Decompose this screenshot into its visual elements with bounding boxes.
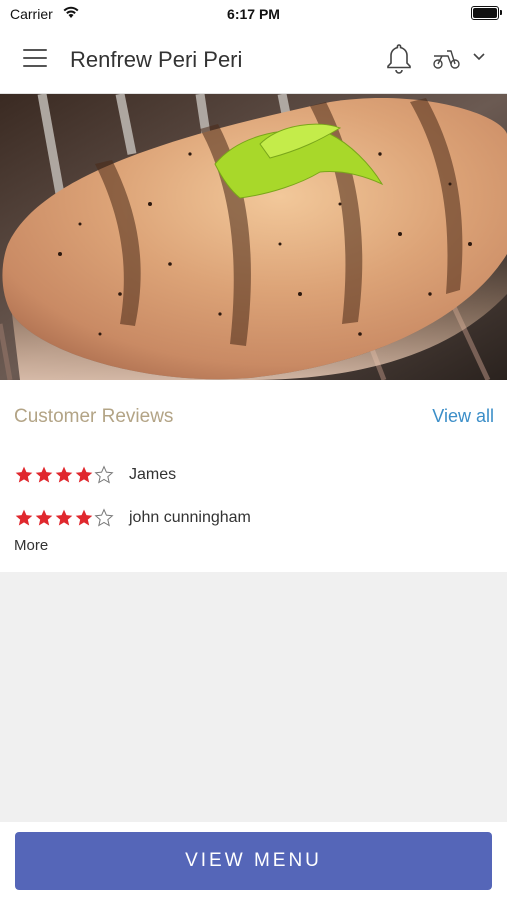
star-filled-icon (35, 509, 53, 526)
view-all-reviews-link[interactable]: View all (432, 406, 494, 427)
star-empty-icon (94, 465, 114, 484)
customer-reviews-section: Customer Reviews View all James john cun… (0, 380, 507, 572)
page-title: Renfrew Peri Peri (70, 47, 243, 72)
star-filled-icon (15, 509, 33, 526)
hero-food-image (0, 94, 507, 380)
star-empty-icon (94, 508, 114, 527)
status-bar: Carrier 6:17 PM (0, 0, 507, 27)
review-item: john cunningham (14, 507, 251, 529)
star-filled-icon (55, 509, 73, 526)
chevron-down-icon[interactable] (472, 52, 486, 62)
more-reviews-link[interactable]: More (14, 537, 48, 554)
reviewer-name: James (129, 466, 177, 483)
bell-icon[interactable] (386, 43, 412, 75)
app-header: Renfrew Peri Peri (0, 27, 507, 94)
star-filled-icon (35, 466, 53, 483)
star-filled-icon (15, 466, 33, 483)
star-filled-icon (75, 509, 93, 526)
star-rating (14, 465, 114, 485)
hamburger-menu-icon[interactable] (23, 49, 47, 67)
review-item: James (14, 464, 176, 486)
view-menu-button[interactable]: VIEW MENU (15, 832, 492, 890)
reviewer-name: john cunningham (129, 509, 251, 526)
clock: 6:17 PM (227, 6, 280, 22)
star-filled-icon (75, 466, 93, 483)
section-title: Customer Reviews (14, 406, 174, 427)
delivery-scooter-icon[interactable] (432, 47, 462, 71)
star-filled-icon (55, 466, 73, 483)
bottom-action-bar: VIEW MENU (0, 822, 507, 900)
battery-icon (471, 6, 502, 20)
star-rating (14, 508, 114, 528)
